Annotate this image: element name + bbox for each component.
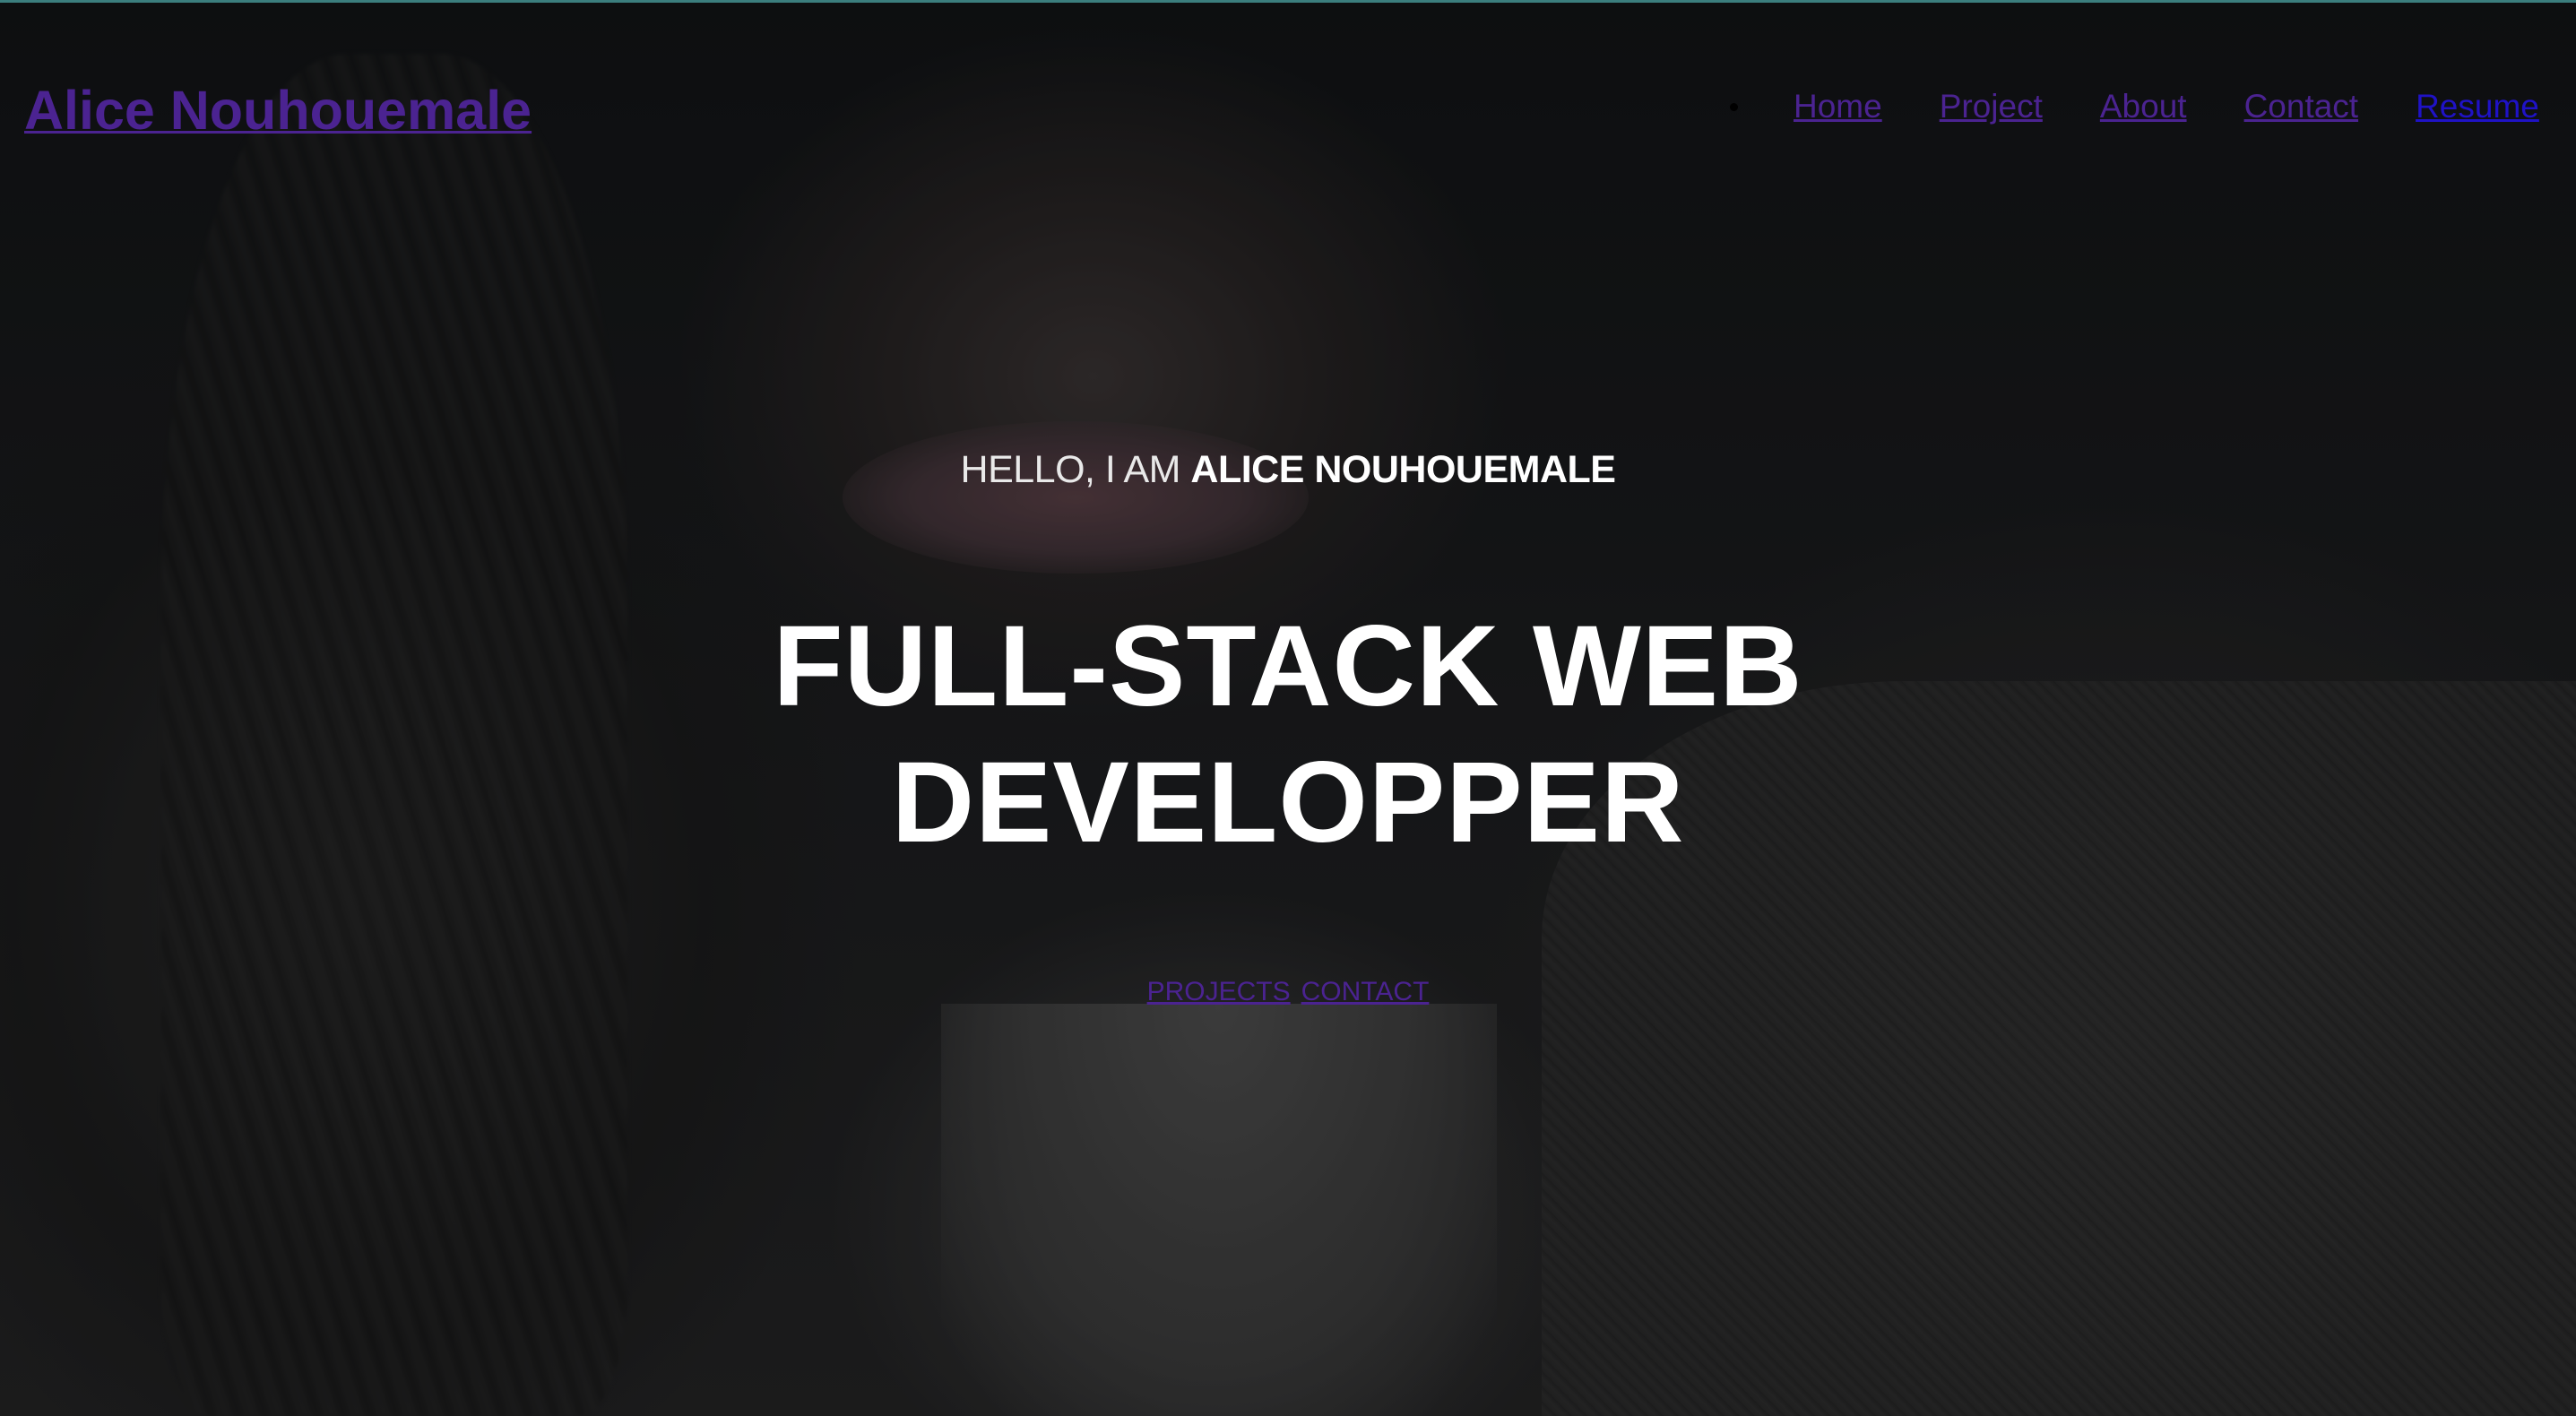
main-nav: Home Project About Contact Resume (1730, 88, 2539, 125)
contact-button[interactable]: CONTACT (1301, 977, 1430, 1006)
nav-link-home[interactable]: Home (1794, 88, 1882, 125)
hero-section: Alice Nouhouemale Home Project About Con… (0, 0, 2576, 1416)
hero-title: FULL-STACK WEB DEVELOPPER (0, 599, 2576, 871)
nav-link-project[interactable]: Project (1940, 88, 2043, 125)
hero-cta-group: PROJECTS CONTACT (0, 977, 2576, 1007)
nav-link-resume[interactable]: Resume (2416, 88, 2539, 125)
hero-title-line1: FULL-STACK WEB (773, 602, 1803, 730)
intro-prefix: HELLO, I AM (960, 448, 1191, 491)
nav-link-contact[interactable]: Contact (2244, 88, 2359, 125)
nav-bullet-icon (1730, 102, 1738, 111)
intro-name: ALICE NOUHOUEMALE (1190, 448, 1616, 491)
hero-intro: HELLO, I AM ALICE NOUHOUEMALE (0, 448, 2576, 492)
hero-title-line2: DEVELOPPER (891, 738, 1685, 867)
brand-logo-link[interactable]: Alice Nouhouemale (24, 79, 532, 142)
projects-button[interactable]: PROJECTS (1147, 977, 1291, 1006)
nav-link-about[interactable]: About (2100, 88, 2187, 125)
